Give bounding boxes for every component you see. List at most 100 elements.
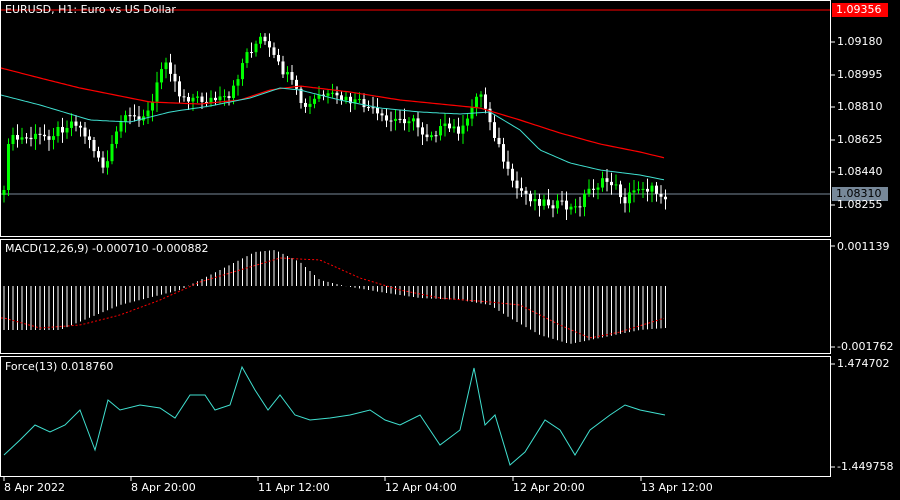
candle-body xyxy=(502,144,505,162)
candle-body xyxy=(47,136,51,140)
force-index-line xyxy=(3,365,666,466)
candle-body xyxy=(286,72,289,75)
candle-body xyxy=(376,107,379,114)
candle-body xyxy=(146,110,150,117)
candle-body xyxy=(52,136,55,140)
candle-body xyxy=(610,181,613,186)
candle-body xyxy=(227,96,231,99)
candle-body xyxy=(29,137,33,140)
candle-body xyxy=(425,134,429,138)
candle-body xyxy=(241,63,244,80)
candle-body xyxy=(263,36,267,42)
candle-body xyxy=(191,97,195,102)
candle-body xyxy=(340,95,343,101)
candle-body xyxy=(79,125,82,128)
candle-body xyxy=(637,189,640,191)
symbol-label: EURUSD, H1: Euro vs US Dollar xyxy=(5,3,176,16)
force-label: Force(13) 0.018760 xyxy=(5,360,114,373)
time-axis-label: 13 Apr 12:00 xyxy=(641,481,713,494)
candle-body xyxy=(601,178,604,188)
candle-body xyxy=(641,188,645,190)
candle-body xyxy=(538,199,541,206)
candle-body xyxy=(497,137,501,145)
candle-body xyxy=(11,134,15,145)
candle-body xyxy=(308,103,312,107)
candle-body xyxy=(650,185,654,192)
candle-body xyxy=(592,188,595,190)
price-axis-label: 1.08255 xyxy=(837,198,883,211)
candle-body xyxy=(101,157,105,168)
macd-histogram xyxy=(3,250,666,344)
candle-body xyxy=(380,113,384,116)
candle-body xyxy=(416,118,420,128)
candle-body xyxy=(34,133,37,140)
candle-body xyxy=(551,205,555,209)
candle-body xyxy=(569,206,573,210)
candle-body xyxy=(358,99,361,101)
candle-body xyxy=(133,115,136,117)
candle-body xyxy=(16,134,19,140)
force-axis-bottom: -1.449758 xyxy=(837,460,894,473)
price-axis-label: 1.08440 xyxy=(837,165,883,178)
candle-body xyxy=(124,115,127,122)
candle-body xyxy=(560,200,564,202)
candle-body xyxy=(596,187,600,190)
candle-body xyxy=(664,196,667,200)
candle-body xyxy=(484,94,487,109)
candle-body xyxy=(443,123,447,127)
force-axis-top: 1.474702 xyxy=(837,357,890,370)
candle-body xyxy=(331,92,334,94)
candle-body xyxy=(524,190,528,194)
candle-body xyxy=(268,41,271,48)
macd-axis-bottom: -0.001762 xyxy=(837,340,894,353)
macd-axis-top: 0.001139 xyxy=(837,240,890,253)
candle-body xyxy=(169,62,172,74)
candle-body xyxy=(236,79,240,86)
candle-body xyxy=(394,118,397,121)
candle-body xyxy=(421,127,424,135)
candle-body xyxy=(56,126,60,137)
candle-body xyxy=(655,185,658,194)
slow-moving-average-line xyxy=(0,67,665,159)
candle-body xyxy=(2,190,6,195)
candle-body xyxy=(106,161,109,168)
candle-body xyxy=(659,193,663,197)
time-axis-label: 12 Apr 04:00 xyxy=(385,481,457,494)
candle-body xyxy=(38,133,42,135)
candle-body xyxy=(92,139,96,152)
candle-body xyxy=(466,118,469,126)
candle-body xyxy=(493,122,496,138)
candle-body xyxy=(367,107,370,109)
candle-body xyxy=(70,121,73,128)
candle-body xyxy=(632,190,636,193)
candle-body xyxy=(506,161,510,169)
candle-body xyxy=(295,79,298,89)
candle-body xyxy=(556,200,559,209)
candle-body xyxy=(74,121,78,126)
candle-body xyxy=(529,193,532,202)
candle-body xyxy=(281,61,285,75)
candle-body xyxy=(344,96,348,101)
candle-body xyxy=(178,81,181,97)
candle-body xyxy=(583,193,586,208)
candle-body xyxy=(250,52,253,54)
time-axis-label: 8 Apr 20:00 xyxy=(131,481,196,494)
candle-body xyxy=(151,101,154,111)
candle-body xyxy=(187,96,190,102)
candle-body xyxy=(290,72,294,80)
candle-body xyxy=(259,36,262,44)
candle-body xyxy=(313,98,316,104)
candle-body xyxy=(434,135,438,137)
candle-body xyxy=(25,137,28,139)
candle-body xyxy=(578,206,582,208)
time-axis-label: 12 Apr 20:00 xyxy=(513,481,585,494)
candle-body xyxy=(277,54,280,62)
candle-body xyxy=(448,123,451,129)
macd-label: MACD(12,26,9) -0.000710 -0.000882 xyxy=(5,242,209,255)
price-axis-label: 1.09180 xyxy=(837,35,883,48)
candle-body xyxy=(155,82,159,102)
candle-body xyxy=(511,168,514,181)
candle-body xyxy=(245,52,249,64)
price-axis-ticks xyxy=(831,41,835,468)
force-pane-frame xyxy=(0,356,831,477)
